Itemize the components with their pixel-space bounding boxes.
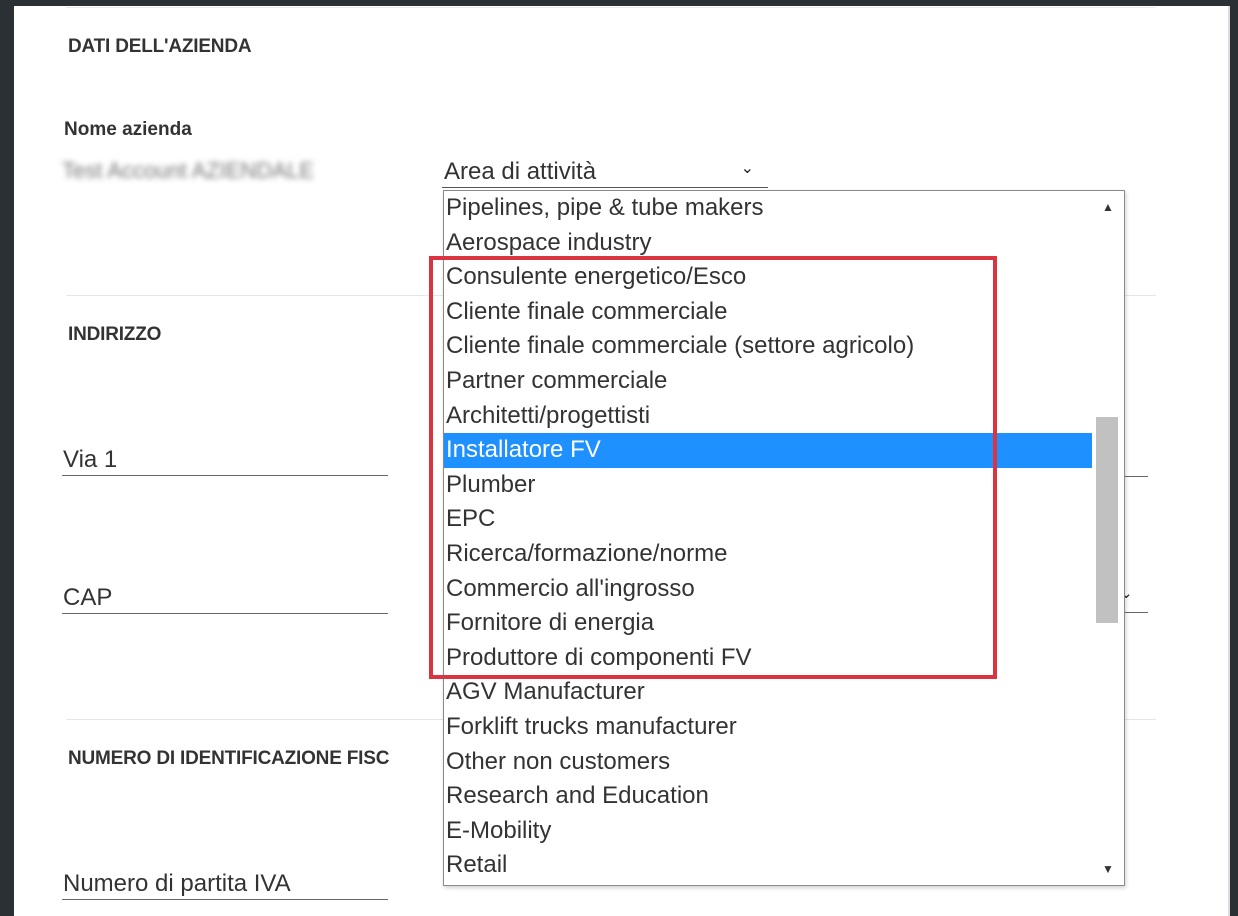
street-field[interactable] xyxy=(62,438,388,476)
section-title-tax-id: NUMERO DI IDENTIFICAZIONE FISC xyxy=(68,748,390,769)
dropdown-option[interactable]: Cliente finale commerciale (settore agri… xyxy=(444,329,1092,364)
dropdown-option[interactable]: Partner commerciale xyxy=(444,364,1092,399)
dropdown-option[interactable]: Aerospace industry xyxy=(444,226,1092,261)
chevron-down-icon: ⌄ xyxy=(740,160,754,177)
dropdown-option[interactable]: Cliente finale commerciale xyxy=(444,295,1092,330)
dropdown-option[interactable]: E-Mobility xyxy=(444,814,1092,849)
dropdown-option[interactable]: Commercio all'ingrosso xyxy=(444,572,1092,607)
zip-field[interactable] xyxy=(62,576,388,614)
section-title-company: DATI DELL'AZIENDA xyxy=(68,36,252,57)
dropdown-scrollbar[interactable]: ▲ ▼ xyxy=(1092,191,1124,885)
dropdown-option[interactable]: Plumber xyxy=(444,468,1092,503)
scroll-up-arrow-icon[interactable]: ▲ xyxy=(1092,197,1124,217)
activity-area-label: Area di attività xyxy=(444,158,597,185)
activity-area-select[interactable]: Area di attività ⌄ xyxy=(442,154,768,188)
company-name-value: Test Account AZIENDALE xyxy=(62,158,314,183)
street-input[interactable] xyxy=(62,438,388,475)
vat-input[interactable] xyxy=(62,862,388,899)
zip-input[interactable] xyxy=(62,576,388,613)
dropdown-option[interactable]: AGV Manufacturer xyxy=(444,675,1092,710)
dropdown-option[interactable]: Consulente energetico/Esco xyxy=(444,260,1092,295)
vat-field[interactable] xyxy=(62,862,388,900)
dropdown-option[interactable]: Research and Education xyxy=(444,779,1092,814)
dropdown-option[interactable]: Pipelines, pipe & tube makers xyxy=(444,191,1092,226)
dropdown-option[interactable]: EPC xyxy=(444,502,1092,537)
company-name-label: Nome azienda xyxy=(64,119,192,140)
dropdown-option[interactable]: Ricerca/formazione/norme xyxy=(444,537,1092,572)
dropdown-option[interactable]: Other non customers xyxy=(444,745,1092,780)
top-divider xyxy=(66,7,1156,8)
options-list: Pipelines, pipe & tube makers Aerospace i… xyxy=(444,191,1092,883)
section-title-address: INDIRIZZO xyxy=(68,324,162,345)
dropdown-option[interactable]: Installatore FV xyxy=(444,433,1092,468)
card-edge xyxy=(1228,6,1230,916)
dropdown-option[interactable]: Fornitore di energia xyxy=(444,606,1092,641)
dropdown-option[interactable]: Produttore di componenti FV xyxy=(444,641,1092,676)
dropdown-option[interactable]: Retail xyxy=(444,848,1092,883)
dropdown-option[interactable]: Architetti/progettisti xyxy=(444,399,1092,434)
dropdown-option[interactable]: Forklift trucks manufacturer xyxy=(444,710,1092,745)
scroll-down-arrow-icon[interactable]: ▼ xyxy=(1092,859,1124,879)
activity-dropdown-list[interactable]: Pipelines, pipe & tube makers Aerospace i… xyxy=(443,190,1125,886)
scroll-thumb[interactable] xyxy=(1096,417,1118,623)
